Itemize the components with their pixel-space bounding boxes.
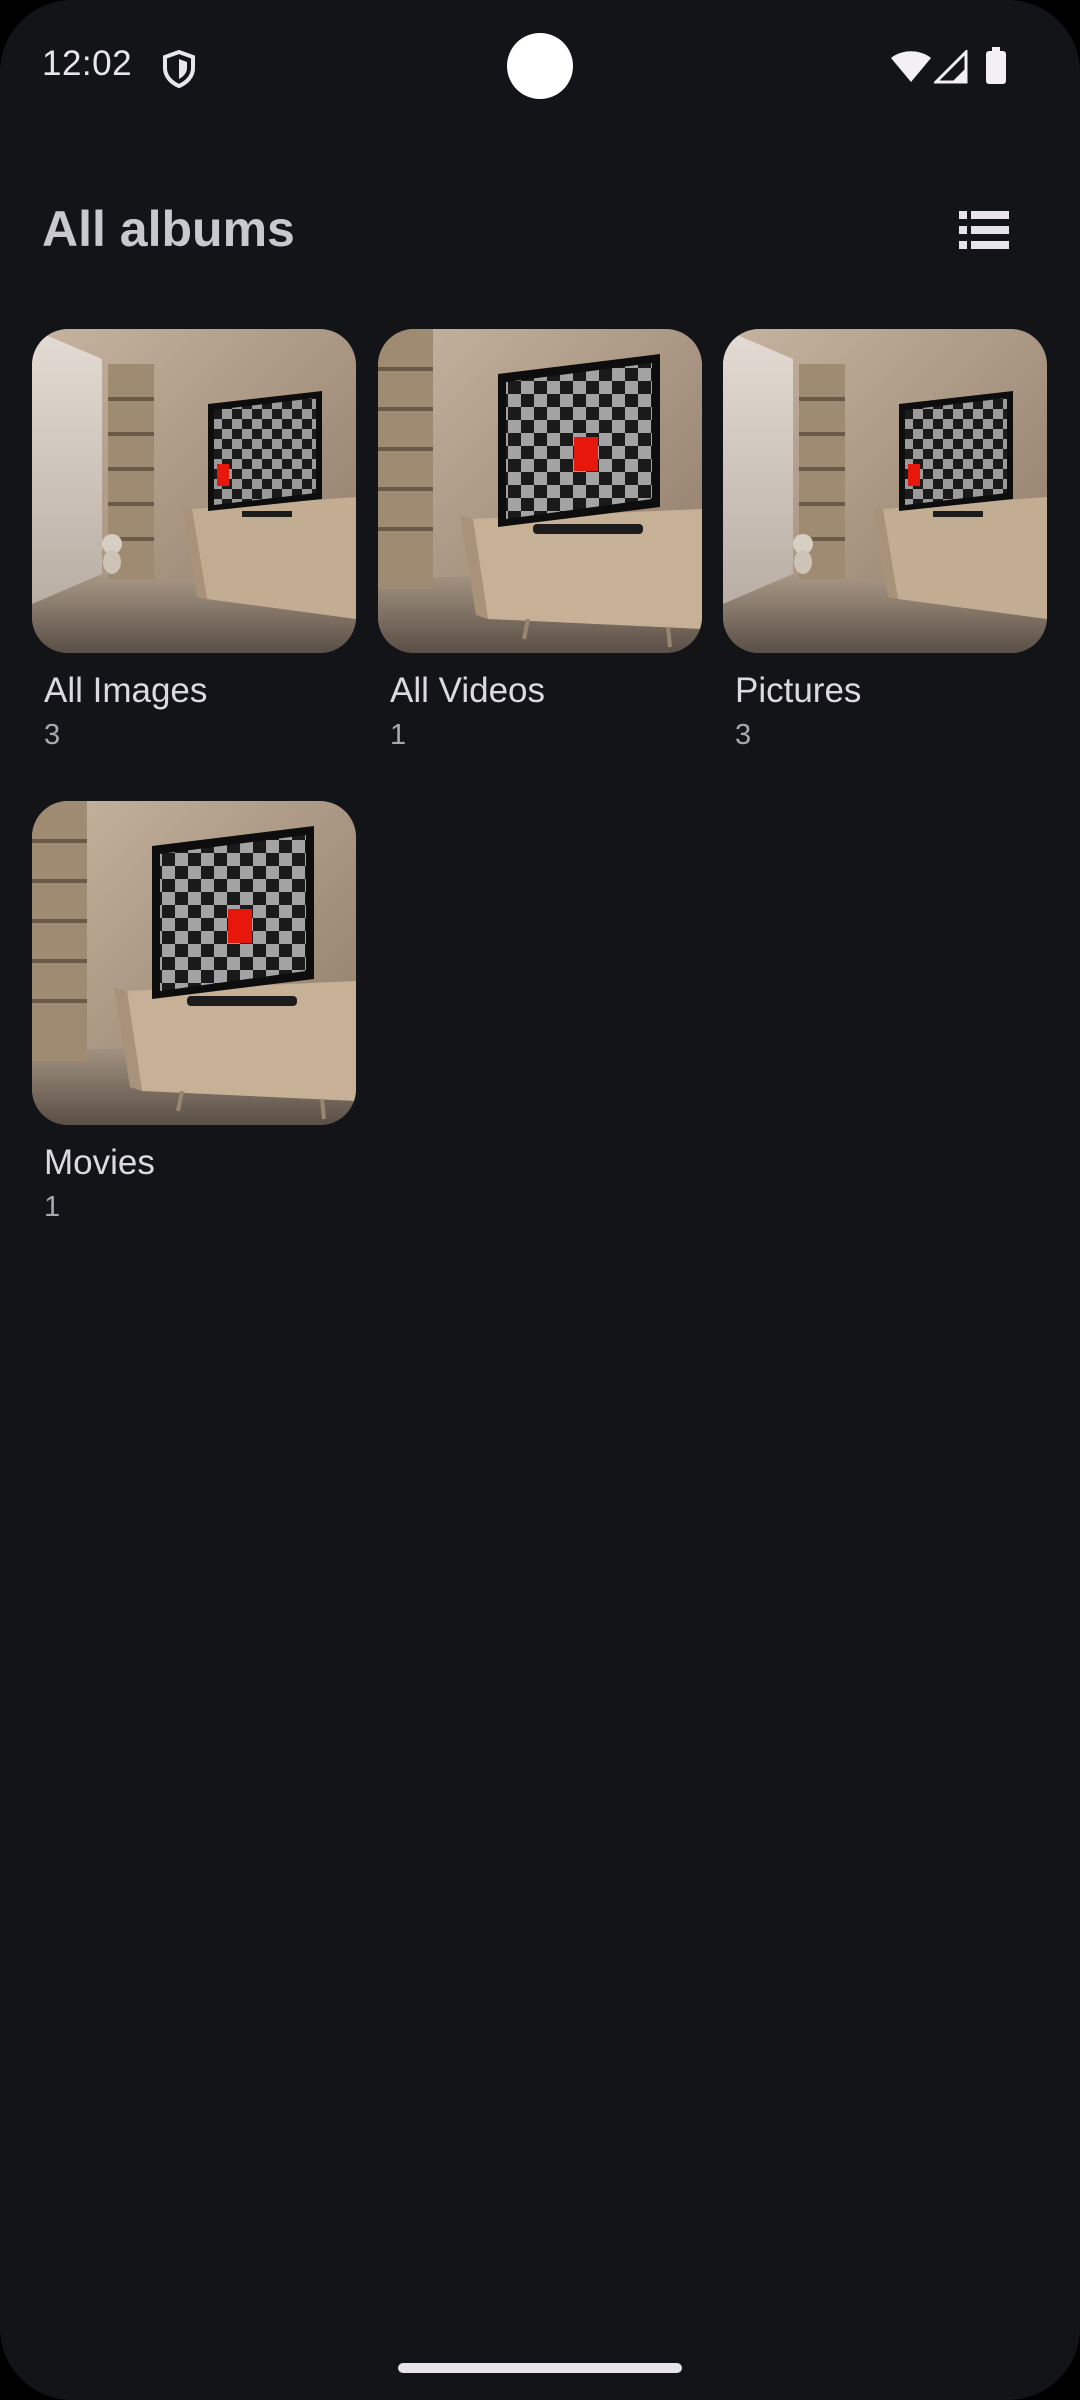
album-count: 1 xyxy=(44,1191,61,1223)
list-view-icon xyxy=(959,211,1009,249)
album-name: Pictures xyxy=(735,671,862,710)
list-view-button[interactable] xyxy=(952,198,1016,262)
shield-icon xyxy=(163,50,195,88)
album-count: 1 xyxy=(390,719,407,751)
wifi-icon xyxy=(891,51,931,82)
status-time: 12:02 xyxy=(42,44,133,83)
signal-icon xyxy=(934,50,968,84)
album-count: 3 xyxy=(735,719,752,751)
album-name: All Images xyxy=(44,671,208,710)
album-name: All Videos xyxy=(390,671,546,710)
album-thumbnail xyxy=(723,329,1047,653)
gesture-nav-handle[interactable] xyxy=(398,2363,682,2373)
album-thumbnail xyxy=(32,801,356,1125)
page-title: All albums xyxy=(42,201,295,257)
album-tile[interactable]: Movies 1 xyxy=(32,801,356,1224)
phone-screen: 12:02 All albums All Images 3 All Videos… xyxy=(0,0,1080,2400)
camera-cutout xyxy=(507,33,573,99)
battery-icon xyxy=(986,47,1006,84)
album-tile[interactable]: All Images 3 xyxy=(32,329,356,752)
album-thumbnail xyxy=(378,329,702,653)
status-bar: 12:02 xyxy=(0,0,1080,135)
album-tile[interactable]: All Videos 1 xyxy=(378,329,702,752)
album-count: 3 xyxy=(44,719,61,751)
album-name: Movies xyxy=(44,1143,155,1182)
album-tile[interactable]: Pictures 3 xyxy=(723,329,1047,752)
album-thumbnail xyxy=(32,329,356,653)
